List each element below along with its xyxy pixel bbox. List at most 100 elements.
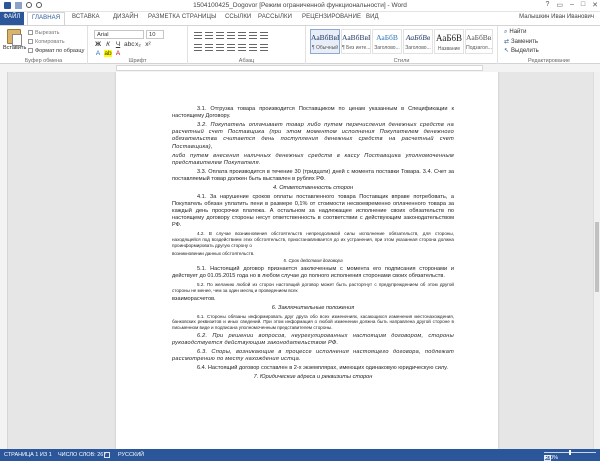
highlight-icon[interactable]: ab bbox=[104, 50, 112, 57]
subscript-icon[interactable]: x₂ bbox=[134, 41, 142, 48]
replace-button[interactable]: ⇄ Заменить bbox=[504, 38, 538, 45]
numbering-icon[interactable] bbox=[205, 32, 213, 39]
style-normal[interactable]: АаВбВвГг ¶ Обычный bbox=[310, 29, 340, 54]
format-painter-button[interactable]: Формат по образцу bbox=[28, 48, 84, 54]
tab-file[interactable]: ФАЙЛ bbox=[0, 12, 24, 25]
document-body[interactable]: 3.1. Отгрузка товара производится Постав… bbox=[172, 106, 454, 383]
font-name-select[interactable]: Arial bbox=[94, 30, 144, 39]
shading-icon[interactable] bbox=[249, 44, 257, 51]
paragraph-6-4: 6.4. Настоящий договор составлен в 2-х э… bbox=[197, 365, 448, 372]
status-page[interactable]: СТРАНИЦА 1 ИЗ 1 bbox=[4, 452, 52, 458]
vertical-scrollbar[interactable] bbox=[593, 72, 600, 449]
cut-button[interactable]: Вырезать bbox=[28, 30, 59, 36]
borders-icon[interactable] bbox=[260, 44, 268, 51]
paste-icon bbox=[7, 29, 22, 46]
minimize-button[interactable]: – bbox=[570, 1, 574, 9]
font-color-row: A ab A bbox=[94, 50, 122, 57]
paragraph-6-2: 6.2. При решении вопросов, неурегулирова… bbox=[172, 333, 454, 347]
bold-icon[interactable]: Ж bbox=[94, 41, 102, 48]
style-no-spacing[interactable]: АаВбВвГг ¶ Без инте... bbox=[341, 29, 371, 54]
scissors-icon bbox=[28, 30, 33, 35]
vertical-ruler[interactable] bbox=[0, 72, 8, 449]
text-effects-icon[interactable]: A bbox=[94, 50, 102, 57]
justify-icon[interactable] bbox=[227, 44, 235, 51]
heading-section-6: 6. Заключительные положения bbox=[271, 304, 355, 311]
align-center-icon[interactable] bbox=[205, 44, 213, 51]
style-sample: АаБбВвГ bbox=[466, 33, 492, 42]
style-sample: АаБбВ bbox=[376, 33, 398, 42]
align-left-icon[interactable] bbox=[194, 44, 202, 51]
styles-group: АаВбВвГг¶ Обычный АаВбВвГг¶ Без инте... … bbox=[306, 26, 498, 65]
strikethrough-icon[interactable]: abc bbox=[124, 41, 134, 48]
sort-icon[interactable] bbox=[249, 32, 257, 39]
font-color-icon[interactable]: A bbox=[114, 50, 122, 57]
paragraph-row-top bbox=[194, 32, 268, 39]
status-bar: СТРАНИЦА 1 ИЗ 1 ЧИСЛО СЛОВ: 267 РУССКИЙ … bbox=[0, 449, 600, 461]
style-heading-2[interactable]: АаБбВв Заголово... bbox=[403, 29, 433, 54]
binoculars-icon: ⌕ bbox=[504, 29, 508, 35]
copy-label: Копировать bbox=[35, 39, 65, 45]
style-sample: АаВбВвГг bbox=[342, 33, 370, 42]
paragraph-6-3: 6.3. Споры, возникающие в процессе испол… bbox=[172, 349, 454, 363]
paragraph-4-1: 4.1. За нарушение сроков оплаты поставле… bbox=[172, 193, 454, 229]
style-title[interactable]: АаБ6В Название bbox=[434, 29, 464, 54]
find-button[interactable]: ⌕ Найти bbox=[504, 29, 527, 36]
style-name: ¶ Без инте... bbox=[342, 45, 370, 51]
ribbon-display-button[interactable]: ▭ bbox=[556, 1, 563, 9]
increase-indent-icon[interactable] bbox=[238, 32, 246, 39]
help-button[interactable]: ? bbox=[545, 1, 549, 9]
style-name: ¶ Обычный bbox=[311, 45, 339, 51]
paste-button[interactable]: Вставить bbox=[3, 29, 26, 51]
status-language[interactable]: РУССКИЙ bbox=[118, 452, 144, 458]
style-sample: АаБ6В bbox=[435, 33, 463, 43]
tab-review[interactable]: РЕЦЕНЗИРОВАНИЕ bbox=[302, 14, 361, 20]
proofing-icon[interactable] bbox=[104, 452, 110, 458]
heading-section-7: 7. Юридические адреса и реквизиты сторон bbox=[253, 374, 373, 381]
paragraph-3-1: 3.1. Отгрузка товара производится Постав… bbox=[172, 106, 454, 120]
find-label: Найти bbox=[509, 29, 527, 35]
close-button[interactable]: ✕ bbox=[592, 1, 598, 9]
heading-section-4: 4. Ответственность сторон bbox=[272, 184, 354, 191]
scrollbar-thumb[interactable] bbox=[595, 222, 599, 292]
tab-insert[interactable]: ВСТАВКА bbox=[72, 14, 100, 20]
paragraph-6-1: 6.1. Стороны обязаны информировать друг … bbox=[172, 313, 454, 331]
zoom-level[interactable]: 100% bbox=[544, 455, 558, 461]
tab-design[interactable]: ДИЗАЙН bbox=[113, 14, 138, 20]
style-subtitle[interactable]: АаБбВвГ Подзагол... bbox=[465, 29, 493, 54]
tab-home[interactable]: ГЛАВНАЯ bbox=[27, 12, 66, 25]
copy-button[interactable]: Копировать bbox=[28, 39, 65, 45]
document-workspace: 3.1. Отгрузка товара производится Постав… bbox=[8, 72, 593, 449]
editing-group: ⌕ Найти ⇄ Заменить ↖ Выделить Редактировани… bbox=[498, 26, 600, 65]
superscript-icon[interactable]: x² bbox=[144, 41, 152, 48]
zoom-slider-knob[interactable] bbox=[569, 450, 571, 455]
tab-view[interactable]: ВИД bbox=[366, 14, 379, 20]
style-name: Подзагол... bbox=[466, 45, 492, 51]
multilevel-list-icon[interactable] bbox=[216, 32, 224, 39]
tab-mailings[interactable]: РАССЫЛКИ bbox=[258, 14, 292, 20]
bullets-icon[interactable] bbox=[194, 32, 202, 39]
brush-icon bbox=[28, 48, 33, 53]
paragraph-3-2: 3.2. Покупатель оплачивает товар либо пу… bbox=[172, 122, 454, 150]
underline-icon[interactable]: Ч bbox=[114, 41, 122, 48]
font-size-select[interactable]: 10 bbox=[146, 30, 164, 39]
paragraph-4-2: 4.2. В случае возникновения обстоятельст… bbox=[172, 231, 454, 249]
tab-references[interactable]: ССЫЛКИ bbox=[225, 14, 251, 20]
zoom-slider[interactable] bbox=[544, 450, 596, 455]
paragraph-group: Абзац bbox=[188, 26, 306, 65]
pilcrow-icon[interactable] bbox=[260, 32, 268, 39]
paragraph-4-2-cont: возникновении данных обстоятельств. bbox=[172, 250, 255, 256]
replace-icon: ⇄ bbox=[504, 39, 510, 45]
maximize-button[interactable]: □ bbox=[581, 1, 585, 9]
tab-page-layout[interactable]: РАЗМЕТКА СТРАНИЦЫ bbox=[148, 14, 217, 20]
style-sample: АаВбВвГг bbox=[311, 33, 339, 42]
user-account[interactable]: Малышкин Иван Иванович bbox=[519, 14, 594, 20]
style-heading-1[interactable]: АаБбВ Заголово... bbox=[372, 29, 402, 54]
select-button[interactable]: ↖ Выделить bbox=[504, 47, 539, 54]
italic-icon[interactable]: К bbox=[104, 41, 112, 48]
horizontal-ruler[interactable] bbox=[0, 64, 600, 72]
status-word-count[interactable]: ЧИСЛО СЛОВ: 267 bbox=[58, 452, 106, 458]
line-spacing-icon[interactable] bbox=[238, 44, 246, 51]
align-right-icon[interactable] bbox=[216, 44, 224, 51]
document-page[interactable]: 3.1. Отгрузка товара производится Постав… bbox=[116, 72, 498, 449]
decrease-indent-icon[interactable] bbox=[227, 32, 235, 39]
